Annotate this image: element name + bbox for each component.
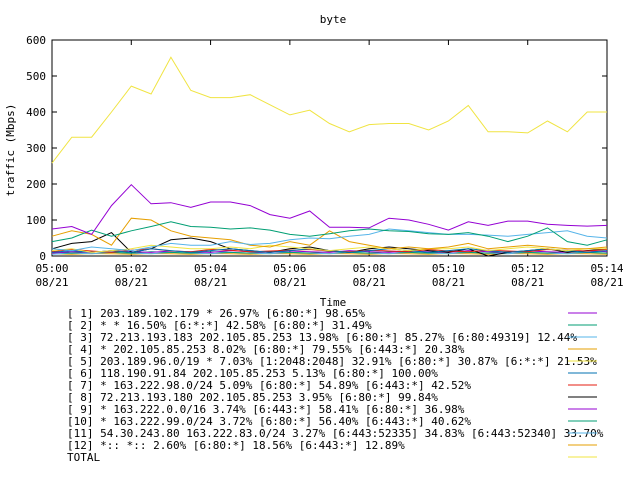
plot-frame [51,39,608,257]
y-tick-label: 500 [26,70,46,83]
x-tick-label: 05:12 [511,262,544,275]
x-tick-date: 08/21 [194,276,227,289]
y-tick-label: 600 [26,34,46,47]
series-line [51,221,608,246]
legend: [ 1] 203.189.102.179 * 26.97% [6:80:*] 9… [67,307,604,464]
chart-title: byte [320,13,347,26]
x-tick-label: 05:04 [194,262,227,275]
legend-entry: [12] *:: *:: 2.60% [6:80:*] 18.56% [6:44… [67,439,405,452]
x-tick-date: 08/21 [432,276,465,289]
y-tick-label: 200 [26,178,46,191]
traffic-chart: byte traffic (Mbps) Time 010020030040050… [4,13,624,464]
series-line [51,183,608,236]
x-tick-label: 05:00 [35,262,68,275]
x-tick-label: 05:06 [273,262,306,275]
x-tick-label: 05:14 [590,262,623,275]
x-tick-date: 08/21 [590,276,623,289]
series-line [51,56,607,164]
series-lines [51,56,608,257]
y-axis-label: traffic (Mbps) [4,104,17,197]
x-tick-date: 08/21 [511,276,544,289]
x-tick-date: 08/21 [273,276,306,289]
x-tick-label: 05:02 [115,262,148,275]
x-tick-date: 08/21 [35,276,68,289]
y-tick-label: 100 [26,214,46,227]
x-tick-date: 08/21 [115,276,148,289]
x-tick-label: 05:10 [432,262,465,275]
x-tick-label: 05:08 [353,262,386,275]
x-tick-date: 08/21 [353,276,386,289]
y-tick-label: 300 [26,142,46,155]
legend-entry: TOTAL [67,451,100,464]
y-tick-label: 400 [26,106,46,119]
